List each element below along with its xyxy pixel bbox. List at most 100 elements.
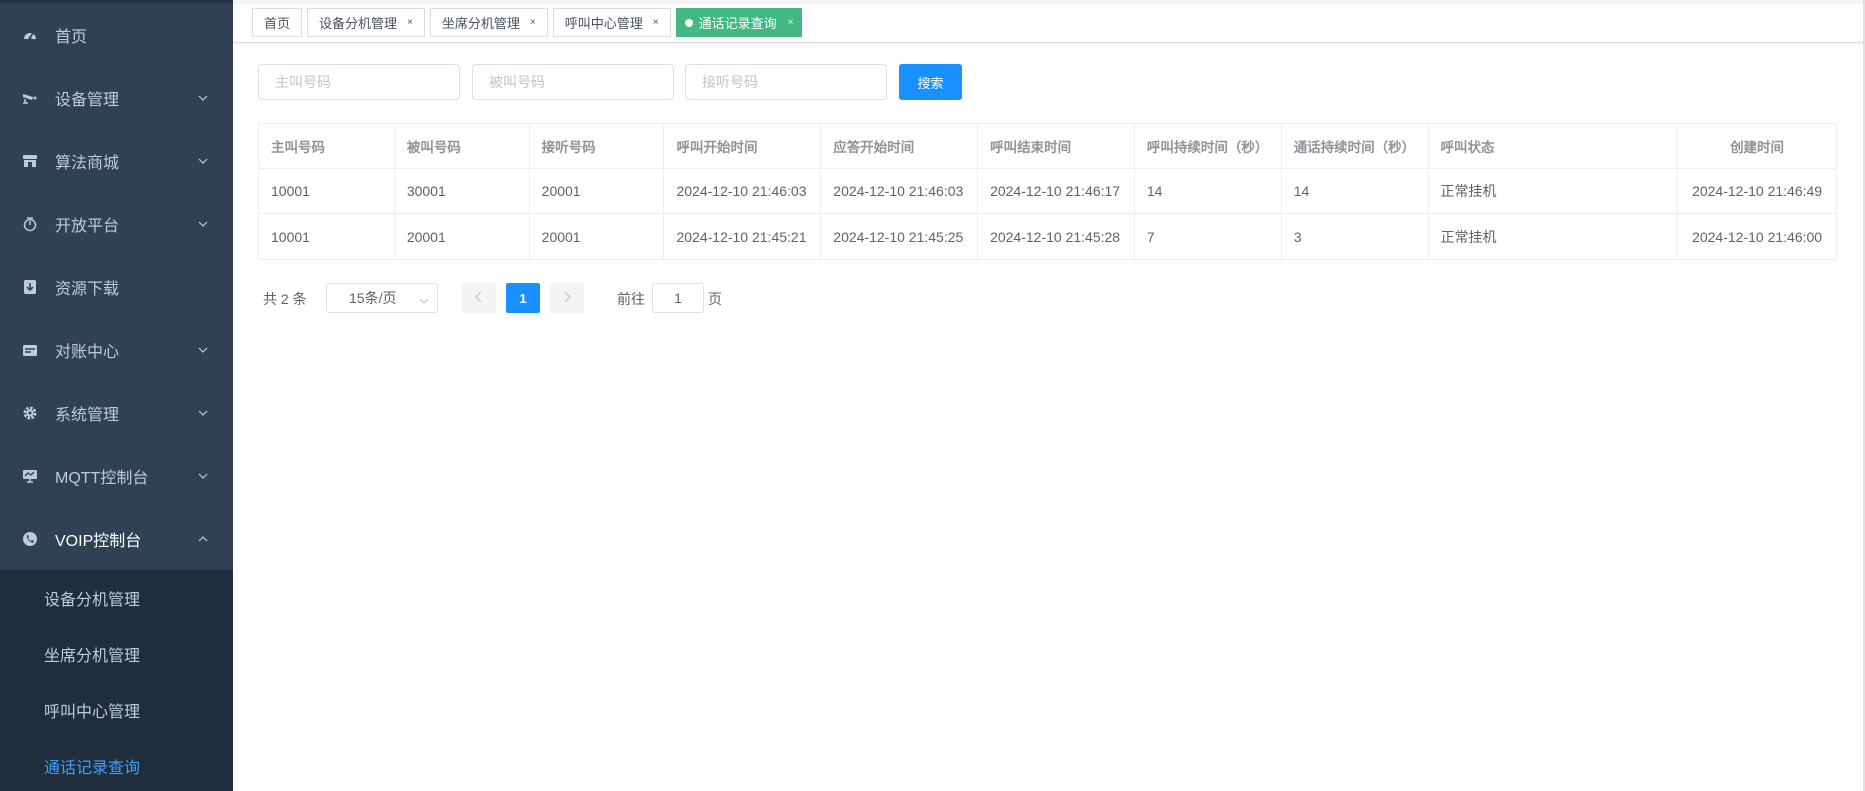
sidebar: 首页 设备管理 算法商城 开放平台 资源下载 对账中心 系统管理 MQTT控制台… [0, 0, 233, 791]
chevron-down-icon [197, 470, 209, 482]
column-header: 通话持续时间（秒） [1282, 124, 1429, 168]
sidebar-item-resource-download[interactable]: 资源下载 [0, 255, 233, 318]
chevron-left-icon [475, 290, 483, 306]
chevron-up-icon [197, 533, 209, 545]
sidebar-subitem-call-center[interactable]: 呼叫中心管理 [0, 682, 233, 738]
sidebar-item-label: 首页 [55, 28, 88, 46]
close-icon[interactable]: × [407, 17, 413, 28]
sidebar-item-label: 资源下载 [55, 280, 120, 298]
chevron-down-icon [197, 344, 209, 356]
page-size-select[interactable]: 15条/页 [326, 283, 438, 313]
chevron-down-icon [419, 293, 429, 309]
table-cell: 正常挂机 [1429, 214, 1679, 259]
table-cell: 2024-12-10 21:46:03 [664, 169, 822, 213]
table-header-row: 主叫号码 被叫号码 接听号码 呼叫开始时间 应答开始时间 呼叫结束时间 呼叫持续… [259, 124, 1836, 169]
voip-submenu: 设备分机管理 坐席分机管理 呼叫中心管理 通话记录查询 [0, 570, 233, 791]
table-cell: 14 [1135, 169, 1282, 213]
close-icon[interactable]: × [653, 17, 659, 28]
tag-label: 通话记录查询 [698, 16, 777, 31]
tag-label: 坐席分机管理 [441, 16, 520, 31]
active-dot-icon [684, 18, 693, 27]
sidebar-item-system-management[interactable]: 系统管理 [0, 381, 233, 444]
sidebar-item-open-platform[interactable]: 开放平台 [0, 192, 233, 255]
tag-label: 呼叫中心管理 [564, 16, 643, 31]
table-cell: 7 [1135, 214, 1282, 259]
sidebar-item-device-management[interactable]: 设备管理 [0, 66, 233, 129]
tag-call-center[interactable]: 呼叫中心管理 × [552, 8, 671, 37]
sidebar-item-label: 开放平台 [55, 217, 120, 235]
monitor-icon [22, 468, 38, 484]
prev-page-button[interactable] [462, 283, 496, 313]
column-header: 创建时间 [1730, 140, 1785, 155]
tag-device-extension[interactable]: 设备分机管理 × [307, 8, 425, 37]
table-cell: 14 [1282, 169, 1429, 213]
call-records-table: 主叫号码 被叫号码 接听号码 呼叫开始时间 应答开始时间 呼叫结束时间 呼叫持续… [258, 123, 1837, 260]
search-button[interactable]: 搜索 [899, 64, 962, 100]
sidebar-subitem-call-records[interactable]: 通话记录查询 [0, 738, 233, 791]
chevron-down-icon [197, 218, 209, 230]
tag-agent-extension[interactable]: 坐席分机管理 × [429, 8, 548, 37]
sidebar-item-algorithm-store[interactable]: 算法商城 [0, 129, 233, 192]
tags-list: 首页 设备分机管理 × 坐席分机管理 × 呼叫中心管理 × 通话记录查询 × [252, 8, 807, 37]
ledger-icon [22, 342, 38, 358]
table-cell: 30001 [395, 169, 530, 213]
next-page-button[interactable] [550, 283, 584, 313]
column-header: 被叫号码 [395, 124, 530, 168]
tag-home[interactable]: 首页 [252, 8, 303, 37]
shop-icon [22, 153, 38, 169]
chevron-down-icon [197, 92, 209, 104]
goto-page-input[interactable] [652, 283, 704, 313]
table-row[interactable]: 10001 30001 20001 2024-12-10 21:46:03 20… [259, 169, 1836, 214]
answer-number-input[interactable] [685, 64, 887, 100]
gear-icon [22, 405, 38, 421]
tag-call-records[interactable]: 通话记录查询 × [675, 8, 803, 37]
sidebar-item-reconciliation[interactable]: 对账中心 [0, 318, 233, 381]
table-cell: 正常挂机 [1429, 169, 1679, 213]
table-row[interactable]: 10001 20001 20001 2024-12-10 21:45:21 20… [259, 214, 1836, 259]
pagination: 共 2 条 15条/页 1 前往 页 [263, 282, 863, 314]
column-header: 呼叫开始时间 [664, 124, 822, 168]
column-header: 呼叫结束时间 [978, 124, 1135, 168]
camera-icon [22, 90, 38, 106]
table-cell: 2024-12-10 21:45:21 [664, 214, 822, 259]
tags-top-border [233, 0, 1865, 4]
tag-label: 首页 [264, 16, 291, 31]
callee-number-input[interactable] [472, 64, 674, 100]
phone-icon [22, 531, 38, 547]
close-icon[interactable]: × [788, 17, 794, 28]
close-icon[interactable]: × [530, 17, 536, 28]
sidebar-item-label: 对账中心 [55, 343, 120, 361]
sidebar-item-label: MQTT控制台 [55, 469, 149, 487]
table-cell: 20001 [530, 169, 665, 213]
caller-number-input[interactable] [258, 64, 460, 100]
dashboard-icon [22, 27, 38, 43]
table-cell: 3 [1282, 214, 1429, 259]
column-header: 呼叫持续时间（秒） [1135, 124, 1282, 168]
table-cell: 2024-12-10 21:45:25 [821, 214, 979, 259]
table-cell: 2024-12-10 21:45:28 [978, 214, 1135, 259]
table-cell: 2024-12-10 21:46:00 [1692, 228, 1823, 245]
sidebar-item-mqtt-console[interactable]: MQTT控制台 [0, 444, 233, 507]
page-number-current[interactable]: 1 [506, 283, 540, 313]
table-cell: 2024-12-10 21:46:49 [1692, 183, 1823, 199]
table-cell: 20001 [395, 214, 530, 259]
column-header: 主叫号码 [259, 124, 395, 168]
download-icon [22, 279, 38, 295]
sidebar-item-voip-console[interactable]: VOIP控制台 [0, 507, 233, 570]
sidebar-subitem-agent-extension[interactable]: 坐席分机管理 [0, 626, 233, 682]
column-header: 呼叫状态 [1429, 124, 1679, 168]
sidebar-subitem-device-extension[interactable]: 设备分机管理 [0, 570, 233, 626]
column-header: 应答开始时间 [821, 124, 979, 168]
table-cell: 10001 [259, 169, 395, 213]
table-cell: 10001 [259, 214, 395, 259]
tag-label: 设备分机管理 [319, 16, 398, 31]
table-cell: 2024-12-10 21:46:03 [821, 169, 979, 213]
table-cell: 20001 [530, 214, 665, 259]
page-unit-label: 页 [708, 291, 722, 307]
sidebar-item-label: VOIP控制台 [55, 532, 142, 550]
sidebar-item-label: 系统管理 [55, 406, 120, 424]
sidebar-item-home[interactable]: 首页 [0, 3, 233, 66]
chevron-down-icon [197, 407, 209, 419]
pagination-total: 共 2 条 [263, 291, 307, 307]
chevron-right-icon [563, 290, 571, 306]
